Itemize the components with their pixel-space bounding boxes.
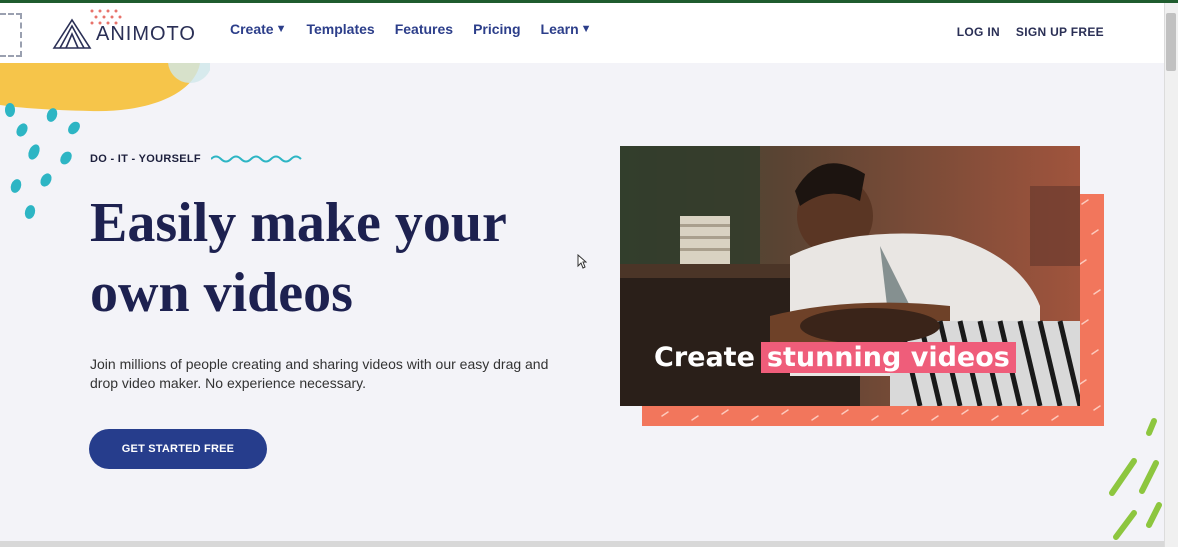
nav-features[interactable]: Features: [395, 21, 453, 37]
signup-link[interactable]: SIGN UP FREE: [1016, 25, 1104, 39]
scrollbar-thumb[interactable]: [1166, 13, 1176, 71]
get-started-button[interactable]: GET STARTED FREE: [89, 429, 267, 469]
nav-pricing-label: Pricing: [473, 21, 521, 37]
video-caption: Create stunning videos: [654, 342, 1016, 373]
chevron-down-icon: ▼: [580, 23, 592, 35]
nav-learn-label: Learn: [540, 21, 579, 37]
mouse-cursor-icon: [577, 254, 587, 269]
selection-corner-box: [0, 13, 22, 57]
teal-dash-decoration: [5, 103, 80, 219]
wave-icon: [210, 155, 302, 163]
nav-templates-label: Templates: [306, 21, 375, 37]
logo-text: ANIMOTO: [96, 22, 196, 45]
animoto-logo-icon: [52, 18, 92, 49]
auth-links: LOG IN SIGN UP FREE: [957, 25, 1104, 39]
top-navbar: ANIMOTO Create ▼ Templates Features Pric…: [0, 3, 1164, 63]
hero-eyebrow: DO - IT - YOURSELF: [90, 153, 303, 165]
nav-learn[interactable]: Learn ▼: [541, 21, 592, 37]
horizontal-scrollbar[interactable]: [0, 541, 1164, 547]
animoto-logo[interactable]: ANIMOTO: [52, 18, 196, 50]
vertical-scrollbar[interactable]: [1164, 3, 1178, 547]
chevron-down-icon: ▼: [275, 23, 287, 35]
hero-subtext: Join millions of people creating and sha…: [90, 356, 549, 391]
nav-create[interactable]: Create ▼: [230, 21, 286, 37]
main-nav: Create ▼ Templates Features Pricing Lear…: [230, 21, 612, 37]
nav-features-label: Features: [394, 21, 454, 37]
hero-media: Create stunning videos: [620, 146, 1106, 428]
caption-highlight: stunning videos: [760, 342, 1016, 373]
nav-pricing[interactable]: Pricing: [473, 21, 520, 37]
login-link[interactable]: LOG IN: [957, 25, 1000, 39]
video-thumbnail[interactable]: Create stunning videos: [620, 146, 1080, 406]
caption-prefix: Create: [654, 342, 755, 373]
eyebrow-text: DO - IT - YOURSELF: [90, 153, 201, 165]
nav-templates[interactable]: Templates: [306, 21, 374, 37]
nav-create-label: Create: [230, 21, 274, 37]
hero-headline: Easily make your own videos: [90, 192, 506, 324]
